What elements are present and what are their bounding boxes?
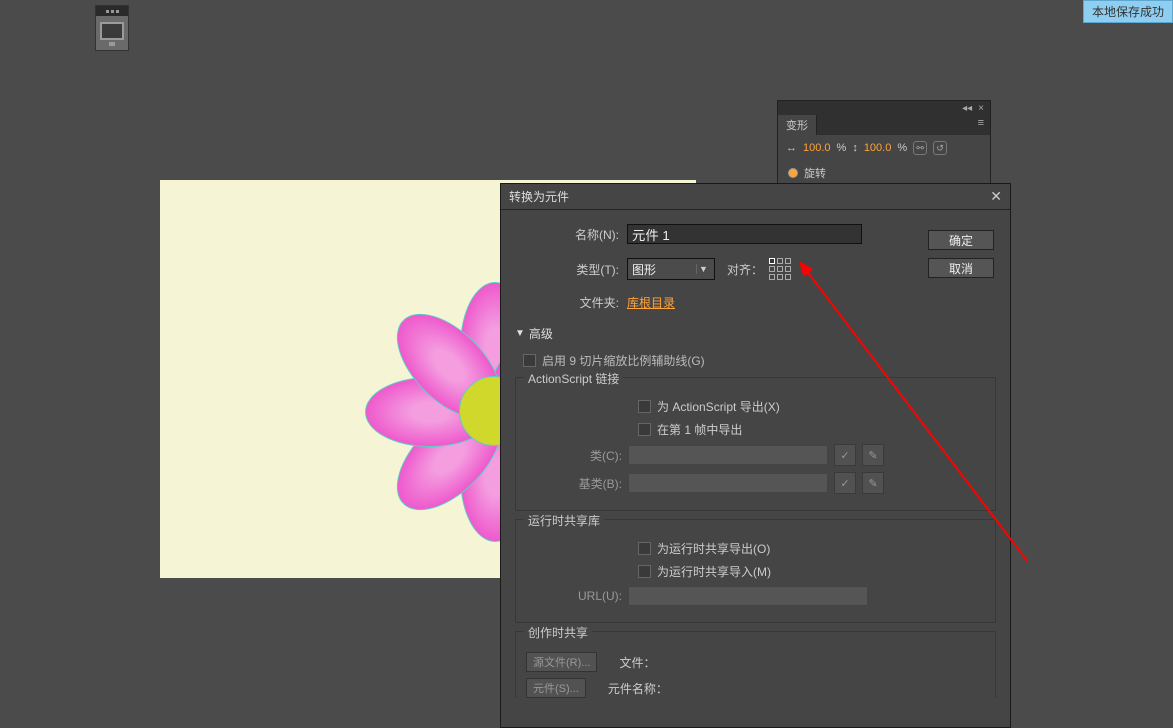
document-thumbnail[interactable] xyxy=(95,5,129,51)
width-arrow-icon: ↔ xyxy=(786,142,797,154)
runtime-import-label: 为运行时共享导入(M) xyxy=(657,563,771,580)
advanced-disclosure[interactable]: ▼ 高级 xyxy=(515,325,996,342)
monitor-stand xyxy=(109,42,115,46)
type-row: 类型(T): 图形 ▼ 对齐： xyxy=(515,258,996,280)
close-icon[interactable]: ✕ xyxy=(990,188,1002,205)
runtime-export-label: 为运行时共享导出(O) xyxy=(657,540,770,557)
runtime-export-checkbox[interactable] xyxy=(638,542,651,555)
rotate-radio[interactable] xyxy=(788,168,798,178)
symbol-name-label: 元件名称： xyxy=(608,680,668,697)
cancel-button[interactable]: 取消 xyxy=(928,258,994,278)
export-as-checkbox[interactable] xyxy=(638,400,651,413)
export-frame1-label: 在第 1 帧中导出 xyxy=(657,421,742,438)
class-check-button: ✓ xyxy=(834,444,856,466)
align-label: 对齐： xyxy=(727,261,763,278)
baseclass-label: 基类(B): xyxy=(526,475,622,492)
width-value[interactable]: 100.0 xyxy=(803,142,831,154)
class-label: 类(C): xyxy=(526,447,622,464)
author-share-fieldset: 创作时共享 源文件(R)... 文件： 元件(S)... 元件名称： xyxy=(515,631,996,698)
height-value[interactable]: 100.0 xyxy=(864,142,892,154)
triangle-down-icon: ▼ xyxy=(515,328,525,339)
class-edit-button: ✎ xyxy=(862,444,884,466)
name-label: 名称(N): xyxy=(515,226,627,243)
doc-thumb-header xyxy=(96,6,128,16)
symbol-button[interactable]: 元件(S)... xyxy=(526,678,586,698)
source-file-button[interactable]: 源文件(R)... xyxy=(526,652,597,672)
monitor-icon xyxy=(100,22,124,40)
link-icon[interactable]: ⚯ xyxy=(913,141,927,155)
runtime-shared-fieldset: 运行时共享库 为运行时共享导出(O) 为运行时共享导入(M) URL(U): xyxy=(515,519,996,623)
transform-panel: ◂◂ × 变形 ≡ ↔ 100.0 % ↕ 100.0 % ⚯ ↺ 旋转 xyxy=(777,100,991,190)
folder-link[interactable]: 库根目录 xyxy=(627,294,675,311)
type-label: 类型(T): xyxy=(515,261,627,278)
height-arrow-icon: ↕ xyxy=(852,142,858,154)
reset-icon[interactable]: ↺ xyxy=(933,141,947,155)
name-input[interactable] xyxy=(627,224,862,244)
convert-to-symbol-dialog: 转换为元件 ✕ 确定 取消 名称(N): 类型(T): 图形 ▼ 对齐： xyxy=(500,183,1011,728)
enable-9slice-row: 启用 9 切片缩放比例辅助线(G) xyxy=(523,352,996,369)
local-save-toast: 本地保存成功 xyxy=(1083,0,1173,23)
export-frame1-checkbox[interactable] xyxy=(638,423,651,436)
as-legend: ActionScript 链接 xyxy=(524,370,623,387)
type-select[interactable]: 图形 ▼ xyxy=(627,258,715,280)
percent-label: % xyxy=(897,142,907,154)
ok-button[interactable]: 确定 xyxy=(928,230,994,250)
panel-menu-icon[interactable]: ≡ xyxy=(972,115,990,135)
url-input xyxy=(628,586,868,606)
scale-row: ↔ 100.0 % ↕ 100.0 % ⚯ ↺ xyxy=(778,135,990,161)
url-label: URL(U): xyxy=(526,589,622,603)
runtime-import-checkbox[interactable] xyxy=(638,565,651,578)
dialog-buttons: 确定 取消 xyxy=(928,230,994,278)
dialog-body: 名称(N): 类型(T): 图形 ▼ 对齐： 文件夹: 库根目录 ▼ 高级 xyxy=(501,210,1010,727)
folder-label: 文件夹: xyxy=(515,294,627,311)
close-icon[interactable]: × xyxy=(978,103,984,114)
dialog-titlebar: 转换为元件 ✕ xyxy=(501,184,1010,210)
tab-transform[interactable]: 变形 xyxy=(778,115,817,135)
file-label: 文件： xyxy=(619,654,655,671)
type-select-value: 图形 xyxy=(632,261,656,278)
registration-grid[interactable] xyxy=(769,258,791,280)
advanced-label: 高级 xyxy=(529,325,553,342)
baseclass-input xyxy=(628,473,828,493)
baseclass-edit-button: ✎ xyxy=(862,472,884,494)
panel-header: ◂◂ × xyxy=(778,101,990,115)
dialog-title: 转换为元件 xyxy=(509,188,990,205)
collapse-icon[interactable]: ◂◂ xyxy=(962,103,972,114)
chevron-down-icon: ▼ xyxy=(696,264,710,274)
author-legend: 创作时共享 xyxy=(524,624,592,641)
panel-tabs: 变形 ≡ xyxy=(778,115,990,135)
name-row: 名称(N): xyxy=(515,224,996,244)
folder-row: 文件夹: 库根目录 xyxy=(515,294,996,311)
enable-9slice-checkbox[interactable] xyxy=(523,354,536,367)
baseclass-check-button: ✓ xyxy=(834,472,856,494)
percent-label: % xyxy=(837,142,847,154)
actionscript-linking-fieldset: ActionScript 链接 为 ActionScript 导出(X) 在第 … xyxy=(515,377,996,511)
class-input xyxy=(628,445,828,465)
enable-9slice-label: 启用 9 切片缩放比例辅助线(G) xyxy=(542,352,705,369)
export-as-label: 为 ActionScript 导出(X) xyxy=(657,398,780,415)
runtime-legend: 运行时共享库 xyxy=(524,512,604,529)
rotate-label: 旋转 xyxy=(804,165,826,181)
